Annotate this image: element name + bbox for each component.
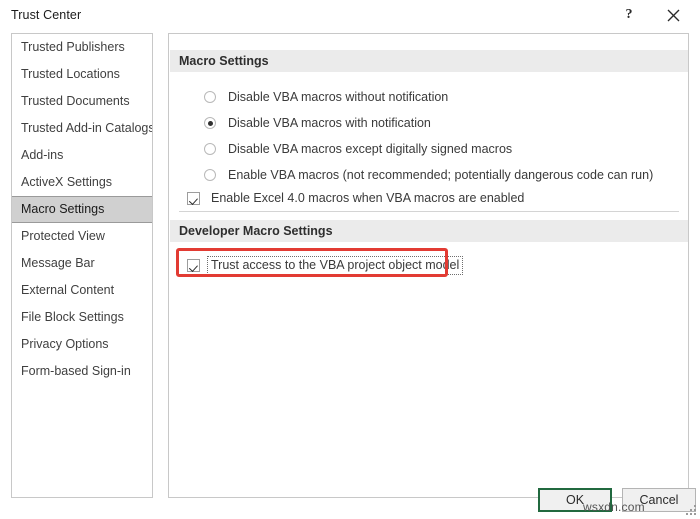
window-title: Trust Center: [11, 8, 81, 22]
macro-settings-heading: Macro Settings: [170, 50, 689, 72]
developer-macro-settings-heading: Developer Macro Settings: [170, 220, 689, 242]
sidebar-item-file-block-settings[interactable]: File Block Settings: [12, 304, 152, 331]
sidebar-item-external-content[interactable]: External Content: [12, 277, 152, 304]
close-icon: [667, 9, 680, 22]
content-panel: Macro Settings Disable VBA macros withou…: [168, 33, 689, 498]
sidebar-item-privacy-options[interactable]: Privacy Options: [12, 331, 152, 358]
sidebar-item-activex-settings[interactable]: ActiveX Settings: [12, 169, 152, 196]
checkbox-icon-checked: [187, 259, 200, 272]
checkbox-enable-excel4-macros[interactable]: Enable Excel 4.0 macros when VBA macros …: [187, 191, 524, 205]
question-mark-icon: ?: [626, 8, 633, 22]
close-button[interactable]: [654, 0, 692, 30]
checkbox-trust-access-vba-project[interactable]: Trust access to the VBA project object m…: [187, 256, 463, 275]
radio-icon: [204, 91, 216, 103]
radio-label: Enable VBA macros (not recommended; pote…: [228, 168, 653, 182]
sidebar-item-trusted-add-in-catalogs[interactable]: Trusted Add-in Catalogs: [12, 115, 152, 142]
checkbox-label: Enable Excel 4.0 macros when VBA macros …: [211, 191, 524, 205]
sidebar-item-add-ins[interactable]: Add-ins: [12, 142, 152, 169]
sidebar-item-trusted-publishers[interactable]: Trusted Publishers: [12, 34, 152, 61]
radio-icon: [204, 143, 216, 155]
radio-disable-except-signed[interactable]: Disable VBA macros except digitally sign…: [204, 138, 512, 160]
checkbox-label: Trust access to the VBA project object m…: [211, 258, 459, 272]
watermark: wsxdn.com: [583, 500, 645, 514]
trust-center-dialog: Trust Center ? Trusted Publishers Truste…: [0, 0, 700, 519]
radio-enable-all-macros[interactable]: Enable VBA macros (not recommended; pote…: [204, 164, 653, 186]
resize-grip-icon[interactable]: [686, 505, 697, 516]
help-button[interactable]: ?: [610, 0, 648, 30]
checkbox-icon-checked: [187, 192, 200, 205]
sidebar: Trusted Publishers Trusted Locations Tru…: [11, 33, 153, 498]
sidebar-item-protected-view[interactable]: Protected View: [12, 223, 152, 250]
radio-label: Disable VBA macros except digitally sign…: [228, 142, 512, 156]
radio-icon-selected: [204, 117, 216, 129]
title-bar: Trust Center ?: [0, 0, 700, 30]
radio-icon: [204, 169, 216, 181]
sidebar-item-message-bar[interactable]: Message Bar: [12, 250, 152, 277]
focus-outline: Trust access to the VBA project object m…: [207, 256, 463, 275]
section-divider: [179, 211, 679, 212]
sidebar-item-trusted-documents[interactable]: Trusted Documents: [12, 88, 152, 115]
sidebar-item-macro-settings[interactable]: Macro Settings: [12, 196, 152, 223]
radio-label: Disable VBA macros without notification: [228, 90, 448, 104]
radio-disable-with-notification[interactable]: Disable VBA macros with notification: [204, 112, 431, 134]
radio-disable-without-notification[interactable]: Disable VBA macros without notification: [204, 86, 448, 108]
radio-label: Disable VBA macros with notification: [228, 116, 431, 130]
sidebar-item-form-based-sign-in[interactable]: Form-based Sign-in: [12, 358, 152, 385]
sidebar-item-trusted-locations[interactable]: Trusted Locations: [12, 61, 152, 88]
